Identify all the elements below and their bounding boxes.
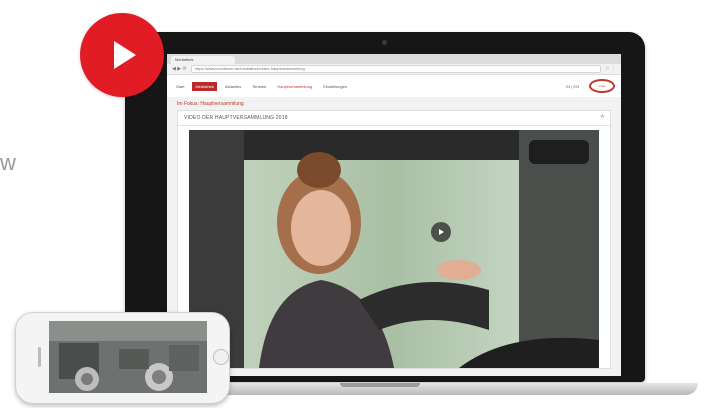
logo-text: Logo (598, 84, 606, 88)
nav-item-termine[interactable]: Termine (249, 82, 269, 91)
nav-item-start[interactable]: Start (173, 82, 187, 91)
site-header: Start Mediathek Aktuelles Termine Hauptv… (167, 75, 621, 97)
site-logo[interactable]: Logo (589, 79, 615, 93)
play-icon[interactable] (80, 13, 164, 97)
header-right: IN | EN Logo (566, 79, 615, 93)
phone-speaker (38, 347, 41, 367)
browser-toolbar-icons[interactable]: ☆ ⋮ (605, 66, 616, 72)
laptop-base-notch (340, 383, 420, 387)
panel-title: VIDEO DER HAUPTVERSAMMLUNG 2018 (184, 115, 288, 121)
laptop-screen: Mediathek ◀ ▶ ⟳ https://www.vorsteiner.d… (167, 54, 621, 376)
language-switch[interactable]: IN | EN (566, 84, 579, 89)
page-content: Im Fokus: Hauptversammlung VIDEO DER HAU… (167, 97, 621, 369)
panel-header[interactable]: VIDEO DER HAUPTVERSAMMLUNG 2018 ^ (178, 111, 610, 126)
browser-tabbar: Mediathek (167, 54, 621, 64)
browser-addressbar: ◀ ▶ ⟳ https://www.vorsteiner.de/mediathe… (167, 64, 621, 75)
video-player[interactable] (189, 130, 599, 368)
browser-tab[interactable]: Mediathek (171, 56, 235, 64)
chevron-up-icon[interactable]: ^ (601, 115, 604, 122)
nav-item-mediathek[interactable]: Mediathek (192, 81, 217, 91)
content-heading: Im Fokus: Hauptversammlung (177, 101, 244, 107)
video-frame-image (189, 130, 599, 368)
phone-screen (49, 321, 207, 393)
play-icon[interactable] (431, 222, 451, 242)
browser-nav-icons[interactable]: ◀ ▶ ⟳ (172, 66, 187, 72)
url-field[interactable]: https://www.vorsteiner.de/mediathek/vide… (190, 65, 602, 73)
nav-item-einstellungen[interactable]: Einstellungen (320, 82, 350, 91)
laptop-base (205, 383, 698, 395)
video-panel: VIDEO DER HAUPTVERSAMMLUNG 2018 ^ (177, 110, 611, 369)
phone-mockup (15, 312, 230, 404)
nav-item-aktuelles[interactable]: Aktuelles (222, 82, 244, 91)
side-text: w (0, 150, 16, 175)
phone-home-button[interactable] (213, 349, 229, 365)
camera-dot (382, 40, 387, 45)
nav-item-hauptversammlung[interactable]: Hauptversammlung (274, 82, 315, 91)
phone-video-image (49, 321, 207, 393)
